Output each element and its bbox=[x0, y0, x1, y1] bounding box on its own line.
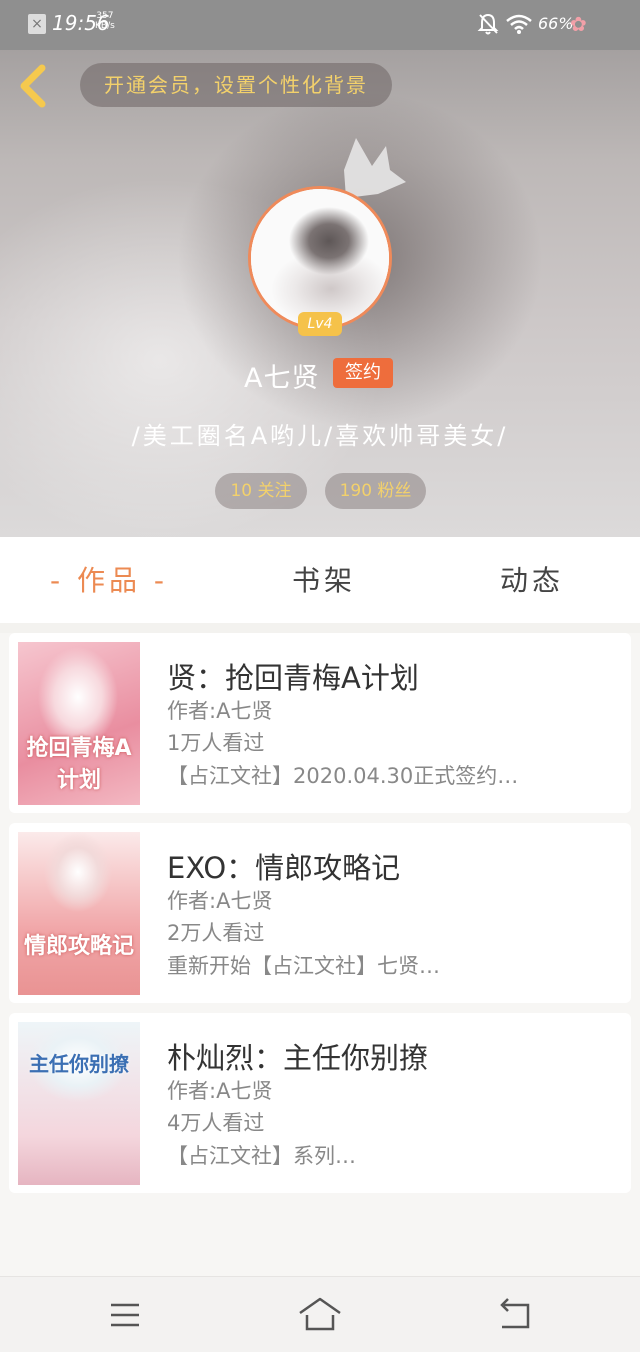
book-author: 作者:A七贤 bbox=[167, 889, 273, 913]
back-chevron-icon[interactable] bbox=[14, 62, 54, 110]
tab-activity[interactable]: 动态 bbox=[500, 559, 564, 599]
book-views: 2万人看过 bbox=[167, 921, 265, 945]
book-card[interactable]: 抢回青梅A计划 贤：抢回青梅A计划 作者:A七贤 1万人看过 【占江文社】202… bbox=[9, 633, 631, 813]
book-views: 1万人看过 bbox=[167, 731, 265, 755]
cover-title: 抢回青梅A计划 bbox=[26, 736, 132, 793]
username: A七贤 bbox=[244, 363, 320, 394]
battery-level: 66% bbox=[538, 14, 574, 33]
close-notification-icon: × bbox=[28, 14, 46, 34]
home-icon[interactable] bbox=[298, 1295, 342, 1335]
book-card[interactable]: 主任你别撩 朴灿烈：主任你别撩 作者:A七贤 4万人看过 【占江文社】系列… bbox=[9, 1013, 631, 1193]
profile-tabs: - 作品 - 书架 动态 bbox=[0, 537, 640, 633]
cover-title: 情郎攻略记 bbox=[24, 934, 135, 959]
sign-badge: 签约 bbox=[333, 358, 393, 388]
following-count[interactable]: 10 关注 bbox=[215, 473, 307, 509]
system-nav-bar bbox=[0, 1276, 640, 1352]
book-card[interactable]: 情郎攻略记 EXO：情郎攻略记 作者:A七贤 2万人看过 重新开始【占江文社】七… bbox=[9, 823, 631, 1003]
tab-works[interactable]: - 作品 - bbox=[50, 559, 168, 599]
book-title: 贤：抢回青梅A计划 bbox=[167, 661, 419, 695]
book-description: 重新开始【占江文社】七贤… bbox=[167, 954, 440, 978]
book-cover: 抢回青梅A计划 bbox=[18, 642, 140, 805]
book-title: 朴灿烈：主任你别撩 bbox=[167, 1041, 429, 1075]
book-author: 作者:A七贤 bbox=[167, 1079, 273, 1103]
wifi-icon bbox=[506, 14, 532, 34]
level-badge: Lv4 bbox=[298, 312, 342, 336]
bell-off-icon bbox=[477, 13, 499, 35]
menu-icon[interactable] bbox=[105, 1295, 145, 1335]
flower-icon: ✿ bbox=[570, 12, 587, 36]
cover-title: 主任你别撩 bbox=[29, 1052, 129, 1076]
book-description: 【占江文社】系列… bbox=[167, 1144, 356, 1168]
book-title: EXO：情郎攻略记 bbox=[167, 851, 401, 885]
network-speed: 357 KB/s bbox=[95, 11, 115, 31]
back-icon[interactable] bbox=[494, 1295, 534, 1335]
profile-header: × 19:56 357 KB/s 66% ✿ 开通会员，设置个性化背景 Lv4 … bbox=[0, 0, 640, 537]
avatar[interactable] bbox=[248, 186, 392, 330]
user-bio: /美工圈名A哟儿/喜欢帅哥美女/ bbox=[131, 422, 509, 450]
vip-background-prompt[interactable]: 开通会员，设置个性化背景 bbox=[80, 63, 392, 107]
book-cover: 情郎攻略记 bbox=[18, 832, 140, 995]
book-description: 【占江文社】2020.04.30正式签约… bbox=[167, 764, 519, 788]
fans-count[interactable]: 190 粉丝 bbox=[325, 473, 426, 509]
avatar-image bbox=[251, 189, 389, 327]
book-cover: 主任你别撩 bbox=[18, 1022, 140, 1185]
status-bar: × 19:56 357 KB/s 66% ✿ bbox=[0, 0, 640, 50]
book-author: 作者:A七贤 bbox=[167, 699, 273, 723]
tab-bookshelf[interactable]: 书架 bbox=[292, 559, 356, 599]
book-views: 4万人看过 bbox=[167, 1111, 265, 1135]
